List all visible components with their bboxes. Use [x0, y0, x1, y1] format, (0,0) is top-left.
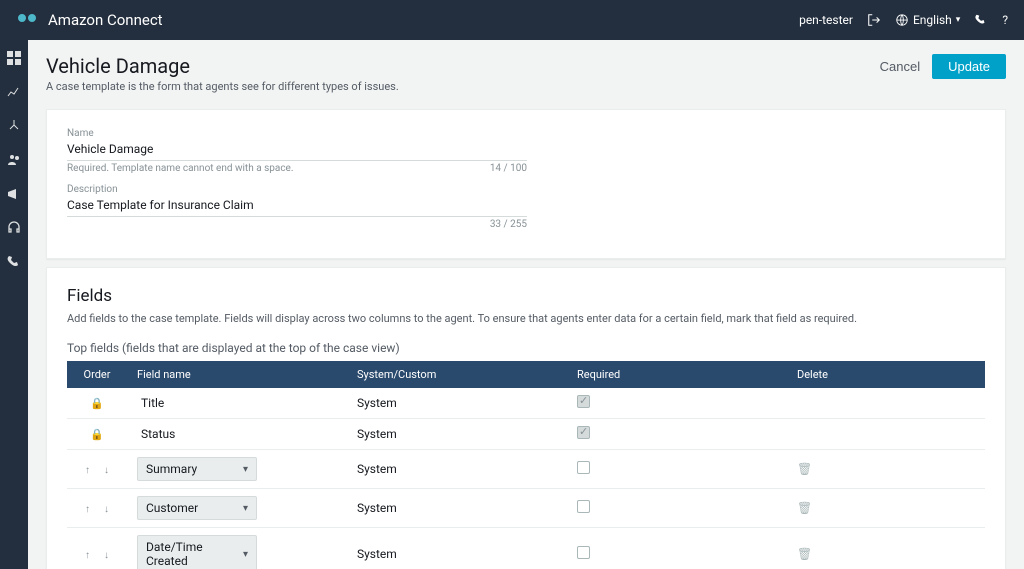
nav-phone-icon[interactable]	[6, 254, 22, 270]
main-content: Vehicle Damage A case template is the fo…	[28, 40, 1024, 569]
system-custom-label: System	[347, 450, 567, 489]
field-name-text: Title	[137, 396, 164, 410]
page-subtitle: A case template is the form that agents …	[46, 80, 399, 93]
fields-heading: Fields	[67, 286, 985, 306]
logout-icon[interactable]	[867, 13, 881, 27]
move-up-arrow[interactable]: ↑	[85, 504, 90, 515]
table-row: ↑ ↓ Date/Time Created System 🗑	[67, 528, 985, 569]
sidenav	[0, 40, 28, 569]
connect-logo-icon	[16, 8, 40, 32]
table-row: ↑ ↓ Customer System 🗑	[67, 489, 985, 528]
move-up-arrow[interactable]: ↑	[85, 465, 90, 476]
delete-icon[interactable]: 🗑	[797, 547, 812, 561]
nav-headset-icon[interactable]	[6, 220, 22, 236]
page-header: Vehicle Damage A case template is the fo…	[46, 40, 1006, 101]
fields-desc: Add fields to the case template. Fields …	[67, 312, 985, 325]
required-checkbox	[577, 426, 590, 439]
move-down-arrow[interactable]: ↓	[104, 504, 109, 515]
delete-icon[interactable]: 🗑	[797, 462, 812, 476]
product-name: Amazon Connect	[48, 11, 163, 29]
desc-input[interactable]: Case Template for Insurance Claim	[67, 198, 254, 212]
required-checkbox	[577, 395, 590, 408]
system-custom-label: System	[347, 419, 567, 450]
language-selector[interactable]: English ▾	[895, 13, 960, 27]
required-checkbox[interactable]	[577, 546, 590, 559]
field-name-text: Status	[137, 427, 175, 441]
help-button[interactable]: ?	[1002, 13, 1008, 27]
fields-table: Order Field name System/Custom Required …	[67, 361, 985, 569]
name-counter: 14 / 100	[490, 163, 527, 174]
system-custom-label: System	[347, 489, 567, 528]
cancel-button[interactable]: Cancel	[880, 59, 920, 74]
required-checkbox[interactable]	[577, 461, 590, 474]
nav-dashboard-icon[interactable]	[6, 50, 22, 66]
system-custom-label: System	[347, 528, 567, 569]
move-down-arrow[interactable]: ↓	[104, 550, 109, 561]
move-up-arrow[interactable]: ↑	[85, 550, 90, 561]
col-field-name: Field name	[127, 361, 347, 388]
globe-icon	[895, 13, 909, 27]
table-row: 🔒 Status System	[67, 419, 985, 450]
nav-users-icon[interactable]	[6, 152, 22, 168]
table-row: ↑ ↓ Summary System 🗑	[67, 450, 985, 489]
fields-subhead: Top fields (fields that are displayed at…	[67, 341, 985, 355]
col-system: System/Custom	[347, 361, 567, 388]
field-name-dropdown[interactable]: Customer	[137, 496, 257, 520]
col-required: Required	[567, 361, 787, 388]
name-input[interactable]: Vehicle Damage	[67, 142, 153, 156]
lock-icon: 🔒	[77, 428, 117, 441]
nav-announce-icon[interactable]	[6, 186, 22, 202]
topbar-right: pen-tester English ▾ ?	[799, 13, 1008, 27]
field-name-dropdown[interactable]: Summary	[137, 457, 257, 481]
phone-icon[interactable]	[974, 13, 988, 27]
user-name[interactable]: pen-tester	[799, 13, 853, 27]
name-label: Name	[67, 128, 527, 139]
required-checkbox[interactable]	[577, 500, 590, 513]
field-name-dropdown[interactable]: Date/Time Created	[137, 535, 257, 569]
table-row: 🔒 Title System	[67, 388, 985, 419]
delete-icon[interactable]: 🗑	[797, 501, 812, 515]
desc-counter: 33 / 255	[490, 219, 527, 230]
template-info-card: Name Vehicle Damage Required. Template n…	[46, 109, 1006, 259]
move-down-arrow[interactable]: ↓	[104, 465, 109, 476]
name-hint: Required. Template name cannot end with …	[67, 163, 294, 174]
system-custom-label: System	[347, 388, 567, 419]
col-order: Order	[67, 361, 127, 388]
update-button[interactable]: Update	[932, 54, 1006, 79]
topbar: Amazon Connect pen-tester English ▾ ?	[0, 0, 1024, 40]
fields-card: Fields Add fields to the case template. …	[46, 267, 1006, 569]
nav-metrics-icon[interactable]	[6, 84, 22, 100]
logo[interactable]: Amazon Connect	[16, 8, 163, 32]
chevron-down-icon: ▾	[956, 15, 961, 25]
desc-label: Description	[67, 184, 527, 195]
lock-icon: 🔒	[77, 397, 117, 410]
col-delete: Delete	[787, 361, 985, 388]
page-title: Vehicle Damage	[46, 54, 399, 78]
nav-routing-icon[interactable]	[6, 118, 22, 134]
